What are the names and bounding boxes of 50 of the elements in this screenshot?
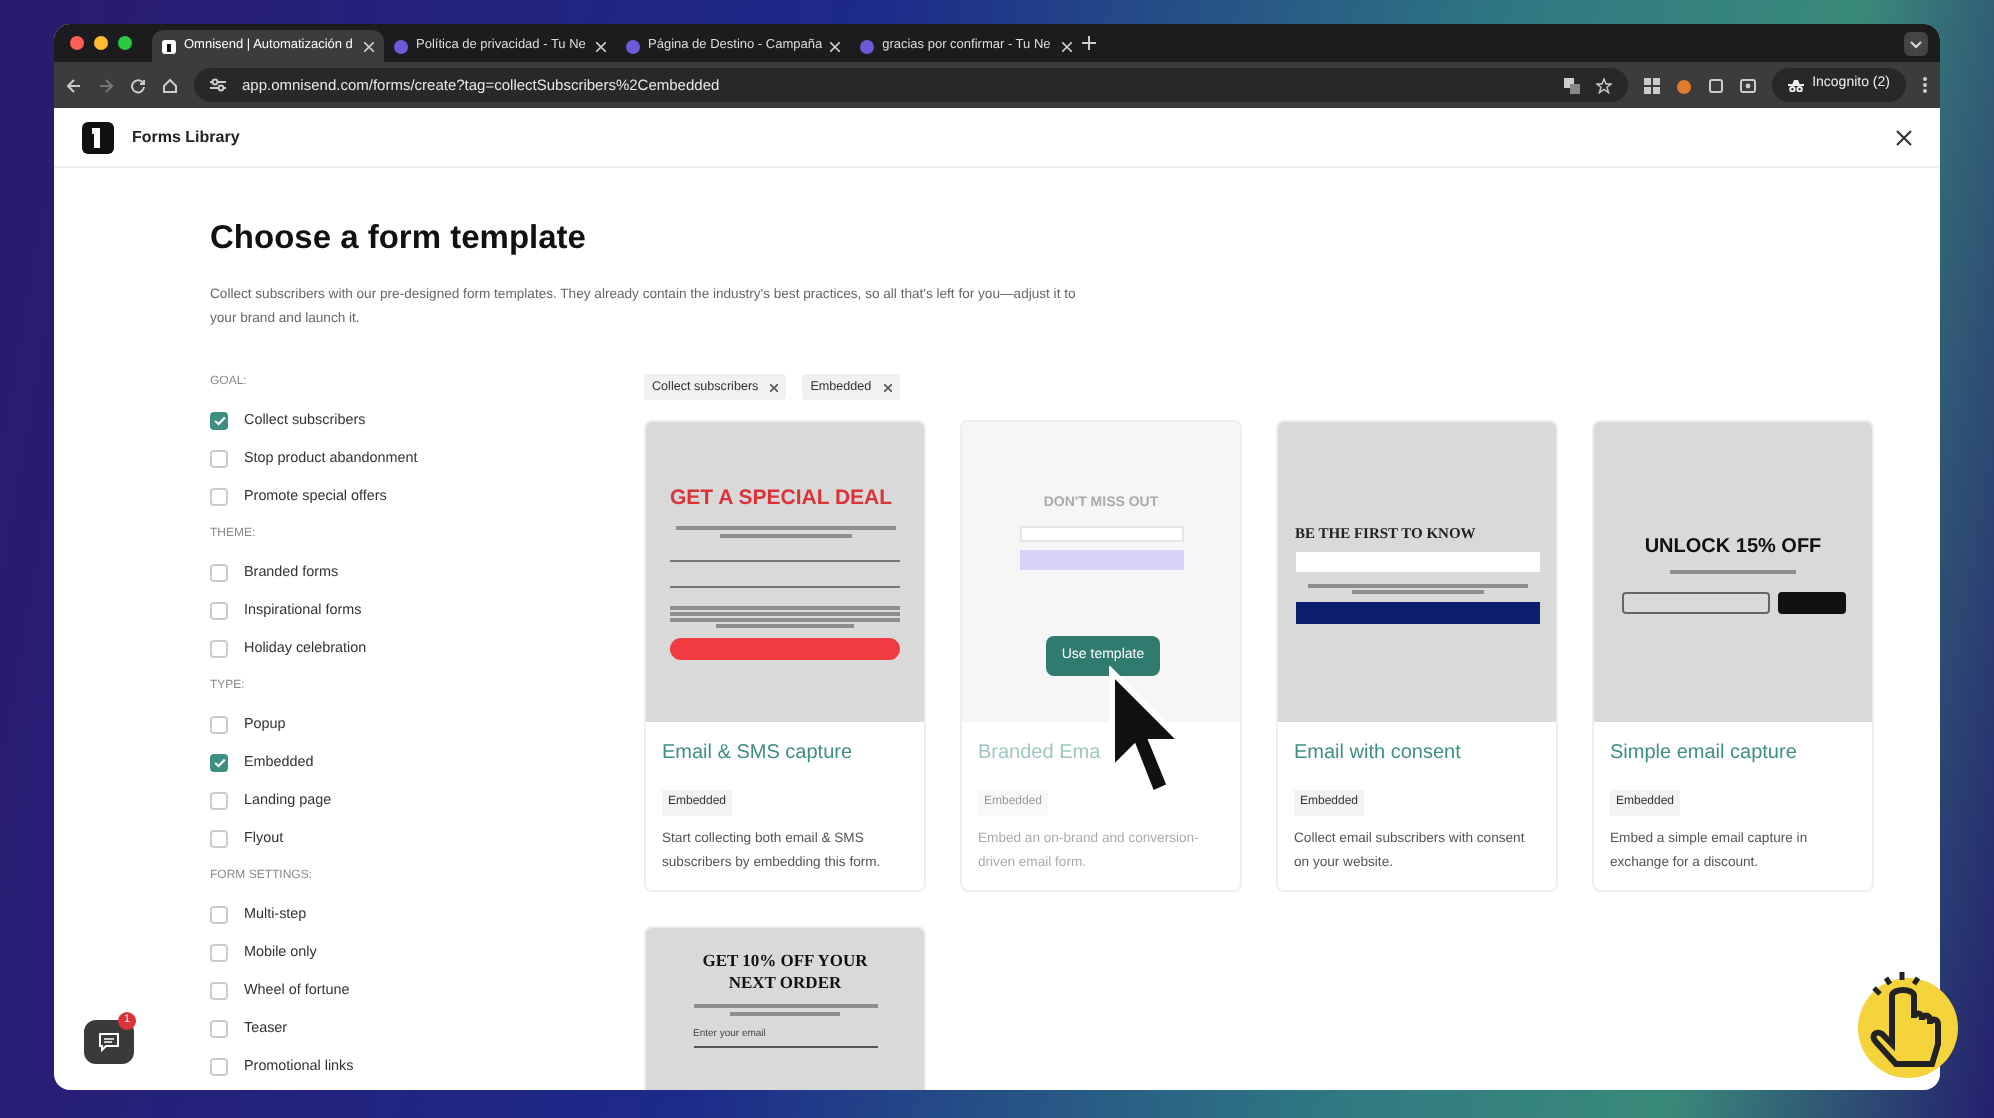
fine-print-line (719, 534, 851, 539)
more-menu-icon[interactable] (1922, 76, 1928, 94)
remove-icon[interactable] (883, 383, 892, 392)
favicon-icon (394, 39, 408, 53)
home-icon[interactable] (162, 77, 178, 93)
checkbox[interactable] (210, 905, 228, 924)
checkbox[interactable] (210, 791, 228, 810)
app-logo-icon (82, 121, 114, 153)
checkbox[interactable] (210, 563, 228, 582)
close-icon[interactable] (1896, 129, 1912, 145)
preview-signup-bar (1777, 591, 1845, 614)
reload-icon[interactable] (130, 77, 146, 93)
chat-bubble-icon (98, 1032, 120, 1052)
checkbox[interactable] (210, 1019, 228, 1038)
new-tab-icon[interactable] (1082, 36, 1097, 50)
tab-search-icon[interactable] (1904, 31, 1928, 55)
checkbox[interactable] (210, 639, 228, 658)
favicon-icon (626, 39, 640, 53)
favicon-icon (860, 39, 875, 53)
checkbox[interactable] (210, 601, 228, 620)
app-logo-icon (162, 39, 176, 53)
checkbox[interactable] (210, 943, 228, 962)
bookmark-star-icon[interactable] (1596, 77, 1613, 93)
extension-grid-icon[interactable] (1644, 77, 1661, 93)
template-title: Branded Ema (978, 742, 1103, 767)
fine-print-line (1670, 569, 1796, 574)
fine-print-line (729, 1012, 841, 1017)
chat-button[interactable] (84, 1020, 134, 1064)
preview-headline: UNLOCK 15% OFF (1644, 533, 1822, 562)
page-title: Choose a form template (210, 220, 588, 260)
template-title: Email with consent (1294, 742, 1463, 767)
preview-headline: GET A SPECIAL DEAL (670, 484, 895, 515)
checkbox[interactable] (210, 487, 228, 506)
modal-title: Forms Library (132, 125, 242, 149)
template-title: Simple email capture (1610, 742, 1799, 767)
template-title: Email & SMS capture (662, 742, 855, 767)
checkbox[interactable] (210, 753, 228, 772)
checkbox[interactable] (210, 829, 228, 848)
remove-icon[interactable] (770, 383, 779, 392)
preview-headline: GET 10% OFF YOUR NEXT ORDER (700, 950, 870, 995)
checkbox[interactable] (210, 411, 228, 430)
forward-icon[interactable] (98, 77, 114, 93)
checkbox[interactable] (210, 449, 228, 468)
translate-icon[interactable] (1564, 77, 1581, 93)
back-icon[interactable] (66, 77, 82, 93)
checkbox[interactable] (210, 981, 228, 1000)
checkbox[interactable] (210, 1057, 228, 1076)
checkbox[interactable] (210, 715, 228, 734)
incognito-icon (1788, 79, 1805, 91)
site-settings-icon[interactable] (210, 78, 226, 92)
